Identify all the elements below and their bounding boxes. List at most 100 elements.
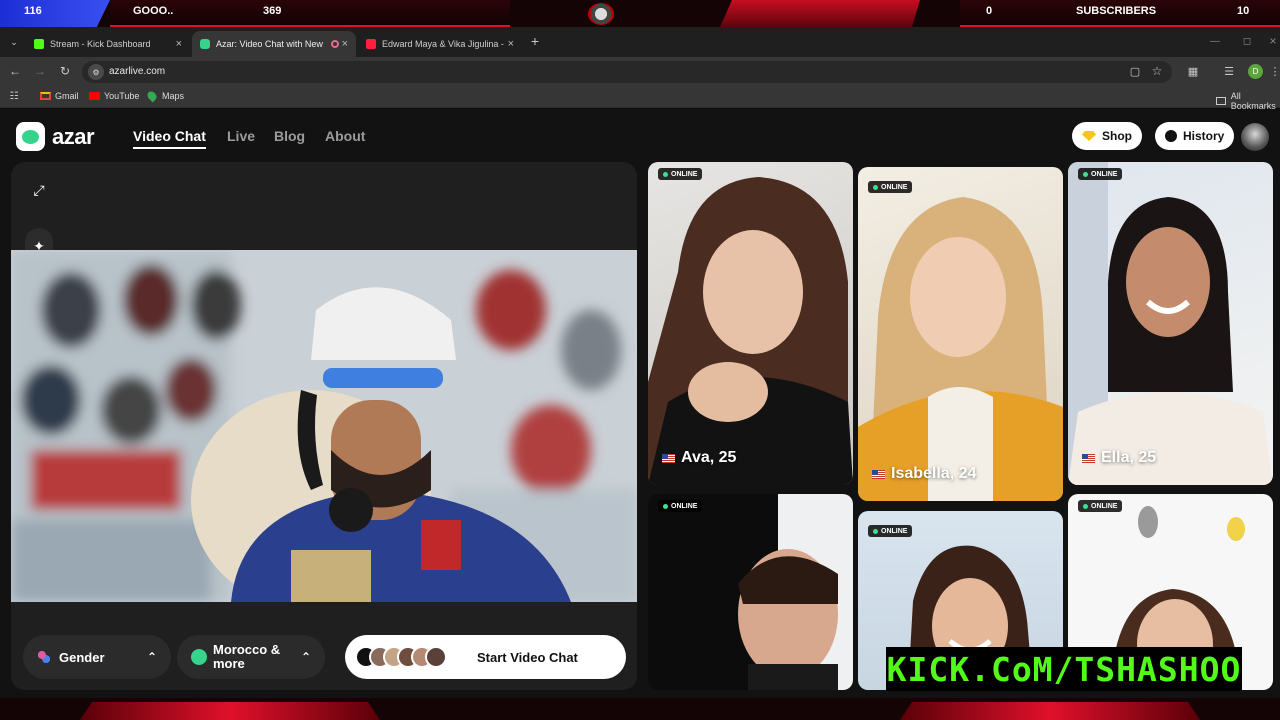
forward-icon[interactable]: → — [33, 64, 47, 78]
tab-strip: ⌄ Stream - Kick Dashboard × Azar: Video … — [0, 27, 1280, 57]
azar-logo[interactable]: azar — [16, 122, 95, 151]
profile-photo — [1068, 162, 1273, 485]
all-bookmarks-label: All Bookmarks — [1230, 91, 1276, 111]
folder-icon — [1216, 97, 1226, 105]
maps-icon — [145, 89, 159, 103]
shop-button[interactable]: Shop — [1072, 122, 1142, 150]
logo-text: azar — [52, 123, 95, 149]
tab-title: Stream - Kick Dashboard — [50, 39, 151, 49]
kick-channel-banner: KICK.CoM/TSHASHOO — [886, 647, 1242, 691]
bookmark-star-icon[interactable]: ☆ — [1150, 64, 1164, 78]
region-label-line2: more — [213, 656, 245, 671]
us-flag-icon — [662, 453, 675, 463]
gem-icon — [1082, 131, 1096, 141]
history-label: History — [1183, 129, 1225, 143]
close-icon[interactable]: × — [508, 38, 514, 50]
chevron-up-icon: ⌃ — [300, 650, 311, 664]
back-icon[interactable]: ← — [8, 64, 22, 78]
camera-feed — [11, 250, 637, 602]
profile-photo — [858, 197, 1063, 501]
overlay-goal-count: 369 — [263, 5, 282, 17]
profile-name: Ava, 25 — [662, 449, 736, 467]
bookmark-label: Gmail — [55, 91, 79, 101]
tab-azar[interactable]: Azar: Video Chat with New × — [192, 31, 356, 57]
new-tab-icon[interactable]: + — [528, 33, 542, 49]
gender-icon — [37, 650, 51, 664]
stream-overlay-bottom — [0, 698, 1280, 720]
overlay-sub-count: 0 — [986, 5, 993, 17]
window-close-icon[interactable]: × — [1266, 34, 1280, 48]
profile-photo — [738, 494, 853, 690]
overlay-bottom-stripe — [80, 702, 380, 720]
online-badge: ONLINE — [658, 500, 703, 512]
url-text: azarlive.com — [109, 66, 166, 77]
address-bar-row: ← → ↻ ⚙ azarlive.com ▢ ☆ ▦ ☰ D ⋮ — [0, 57, 1280, 86]
overlay-goal-label: GOOO.. — [133, 5, 174, 17]
profile-photo — [648, 177, 853, 485]
profile-card[interactable]: ONLINE Ella, 25 — [1068, 162, 1273, 485]
profile-name: Ella, 25 — [1082, 449, 1156, 467]
tab-title: Azar: Video Chat with New — [216, 39, 323, 49]
overlay-avatar — [588, 3, 614, 25]
region-label: Morocco & more — [213, 643, 280, 671]
globe-icon — [191, 649, 207, 665]
close-icon[interactable]: × — [176, 38, 182, 50]
bookmark-gmail[interactable]: Gmail — [40, 91, 79, 101]
online-badge: ONLINE — [1078, 168, 1123, 180]
bookmark-label: YouTube — [104, 91, 140, 101]
region-filter[interactable]: Morocco & more ⌃ — [177, 635, 325, 679]
overlay-right-count: 10 — [1237, 5, 1250, 17]
media-icon[interactable]: ☰ — [1222, 64, 1236, 78]
azar-logo-icon — [16, 122, 45, 151]
history-button[interactable]: History — [1155, 122, 1235, 150]
cast-icon[interactable]: ▢ — [1128, 64, 1142, 78]
all-bookmarks[interactable]: All Bookmarks — [1216, 91, 1280, 111]
start-video-chat-label: Start Video Chat — [477, 649, 578, 665]
tab-kick-dashboard[interactable]: Stream - Kick Dashboard × — [26, 31, 190, 57]
tab-youtube[interactable]: Edward Maya & Vika Jigulina - × — [358, 31, 522, 57]
maximize-icon[interactable]: ◻ — [1240, 34, 1254, 48]
nav-blog[interactable]: Blog — [274, 128, 305, 144]
bookmark-label: Maps — [162, 91, 185, 101]
site-info-icon[interactable]: ⚙ — [88, 64, 104, 80]
profile-card[interactable]: ONLINE — [648, 494, 853, 690]
overlay-left-count: 116 — [24, 5, 42, 17]
bookmark-maps[interactable]: Maps — [145, 89, 185, 103]
profile-card[interactable]: ONLINE Ava, 25 — [648, 162, 853, 485]
bookmark-youtube[interactable]: YouTube — [89, 91, 139, 101]
expand-icon[interactable]: ⤢ — [25, 176, 53, 204]
overlay-subscribers-label: SUBSCRIBERS — [1076, 5, 1157, 17]
youtube-icon — [89, 92, 100, 100]
nav-about[interactable]: About — [325, 128, 365, 144]
stream-overlay-top: 116 GOOO.. 369 0 SUBSCRIBERS 10 — [0, 0, 1280, 27]
tab-search-chevron-icon[interactable]: ⌄ — [7, 35, 21, 49]
gender-filter[interactable]: Gender ⌃ — [23, 635, 171, 679]
apps-grid-icon[interactable]: ☷ — [8, 90, 20, 102]
chevron-up-icon: ⌃ — [146, 650, 157, 664]
user-avatar[interactable] — [1241, 123, 1269, 151]
azar-icon — [200, 39, 210, 49]
camera-image — [11, 250, 637, 602]
online-badge: ONLINE — [868, 525, 913, 537]
profile-avatar[interactable]: D — [1248, 64, 1263, 79]
overlay-left-panel — [0, 0, 110, 27]
kick-icon — [34, 39, 44, 49]
minimize-icon[interactable]: — — [1208, 34, 1222, 48]
reload-icon[interactable]: ↻ — [58, 64, 72, 78]
close-icon[interactable]: × — [342, 38, 348, 50]
clock-icon — [1165, 130, 1177, 142]
profile-name: Isabella, 24 — [872, 465, 976, 483]
tab-title: Edward Maya & Vika Jigulina - — [382, 39, 504, 49]
start-video-chat-button[interactable]: Start Video Chat — [345, 635, 626, 679]
online-badge: ONLINE — [658, 168, 703, 180]
nav-video-chat[interactable]: Video Chat — [133, 128, 206, 149]
profile-card[interactable]: ONLINE Isabella, 24 — [858, 167, 1063, 501]
region-label-line1: Morocco & — [213, 642, 281, 657]
url-field[interactable]: ⚙ azarlive.com — [82, 61, 1172, 83]
bookmarks-bar: ☷ Gmail YouTube Maps All Bookmarks — [0, 86, 1280, 111]
extensions-icon[interactable]: ▦ — [1186, 64, 1200, 78]
nav-live[interactable]: Live — [227, 128, 255, 144]
menu-dots-icon[interactable]: ⋮ — [1270, 64, 1280, 78]
gender-label: Gender — [59, 649, 105, 665]
youtube-icon — [366, 39, 376, 49]
